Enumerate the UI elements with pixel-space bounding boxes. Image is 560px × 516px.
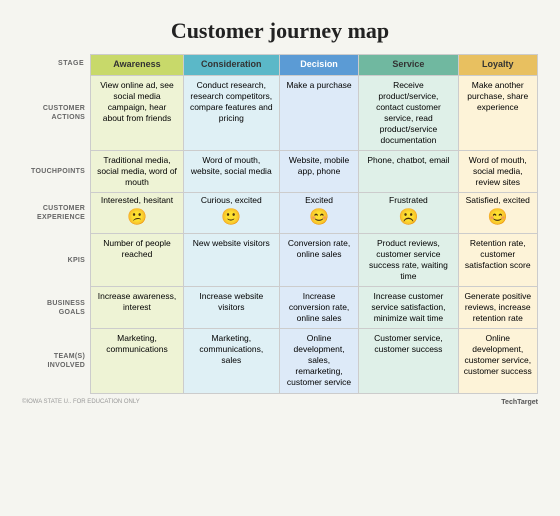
emoji-consideration: 🙂 [189,208,274,229]
header-loyalty: Loyalty [458,55,537,76]
row-label-kpis: KPIS [22,233,91,286]
cell-goals-service: Increase customer service satisfaction, … [359,287,458,329]
cell-experience-service: Frustrated ☹️ [359,193,458,234]
row-label-touchpoints: TOUCHPOINTS [22,150,91,192]
cell-goals-consideration: Increase website visitors [183,287,279,329]
experience-decision-text: Excited [285,195,354,206]
emoji-decision: 😊 [285,208,354,229]
header-consideration: Consideration [183,55,279,76]
emoji-loyalty: 😊 [464,208,532,229]
page-title: Customer journey map [22,18,538,44]
cell-kpis-awareness: Number of people reached [91,233,184,286]
footer-left: ©IOWA STATE U.. FOR EDUCATION ONLY [22,399,140,406]
cell-customer-actions-awareness: View online ad, see social media campaig… [91,75,184,150]
cell-teams-awareness: Marketing, communications [91,329,184,393]
row-label-customer-experience: CUSTOMER EXPERIENCE [22,193,91,234]
table-row-customer-actions: CUSTOMER ACTIONS View online ad, see soc… [22,75,538,150]
cell-experience-awareness: Interested, hesitant 😕 [91,193,184,234]
header-service: Service [359,55,458,76]
row-label-business-goals: BUSINESS GOALS [22,287,91,329]
cell-teams-decision: Online development, sales, remarketing, … [279,329,359,393]
header-awareness: Awareness [91,55,184,76]
cell-goals-decision: Increase conversion rate, online sales [279,287,359,329]
cell-kpis-consideration: New website visitors [183,233,279,286]
experience-service-text: Frustrated [364,195,452,206]
cell-goals-awareness: Increase awareness, interest [91,287,184,329]
cell-customer-actions-loyalty: Make another purchase, share experience [458,75,537,150]
row-label-teams: TEAM(S) INVOLVED [22,329,91,393]
table-row-customer-experience: CUSTOMER EXPERIENCE Interested, hesitant… [22,193,538,234]
stage-label: STAGE [22,55,91,76]
cell-teams-consideration: Marketing, communications, sales [183,329,279,393]
cell-teams-service: Customer service, customer success [359,329,458,393]
cell-kpis-loyalty: Retention rate, customer satisfaction sc… [458,233,537,286]
journey-map-table: STAGE Awareness Consideration Decision S… [22,54,538,394]
experience-awareness-text: Interested, hesitant [96,195,178,206]
header-decision: Decision [279,55,359,76]
cell-kpis-service: Product reviews, customer service succes… [359,233,458,286]
cell-experience-loyalty: Satisfied, excited 😊 [458,193,537,234]
cell-touchpoints-awareness: Traditional media, social media, word of… [91,150,184,192]
emoji-awareness: 😕 [96,208,178,229]
footer-logo: TechTarget [501,399,538,406]
cell-customer-actions-service: Receive product/service, contact custome… [359,75,458,150]
cell-teams-loyalty: Online development, customer service, cu… [458,329,537,393]
cell-touchpoints-decision: Website, mobile app, phone [279,150,359,192]
table-row-teams: TEAM(S) INVOLVED Marketing, communicatio… [22,329,538,393]
experience-loyalty-text: Satisfied, excited [464,195,532,206]
page-wrapper: Customer journey map STAGE Awareness Con… [10,10,550,414]
row-label-customer-actions: CUSTOMER ACTIONS [22,75,91,150]
cell-experience-decision: Excited 😊 [279,193,359,234]
cell-experience-consideration: Curious, excited 🙂 [183,193,279,234]
footer: ©IOWA STATE U.. FOR EDUCATION ONLY TechT… [22,399,538,406]
cell-touchpoints-consideration: Word of mouth, website, social media [183,150,279,192]
cell-customer-actions-consideration: Conduct research, research competitors, … [183,75,279,150]
table-row-business-goals: BUSINESS GOALS Increase awareness, inter… [22,287,538,329]
cell-touchpoints-loyalty: Word of mouth, social media, review site… [458,150,537,192]
experience-consideration-text: Curious, excited [189,195,274,206]
table-row-kpis: KPIS Number of people reached New websit… [22,233,538,286]
table-row-touchpoints: TOUCHPOINTS Traditional media, social me… [22,150,538,192]
cell-touchpoints-service: Phone, chatbot, email [359,150,458,192]
emoji-service: ☹️ [364,208,452,229]
cell-customer-actions-decision: Make a purchase [279,75,359,150]
cell-goals-loyalty: Generate positive reviews, increase rete… [458,287,537,329]
cell-kpis-decision: Conversion rate, online sales [279,233,359,286]
